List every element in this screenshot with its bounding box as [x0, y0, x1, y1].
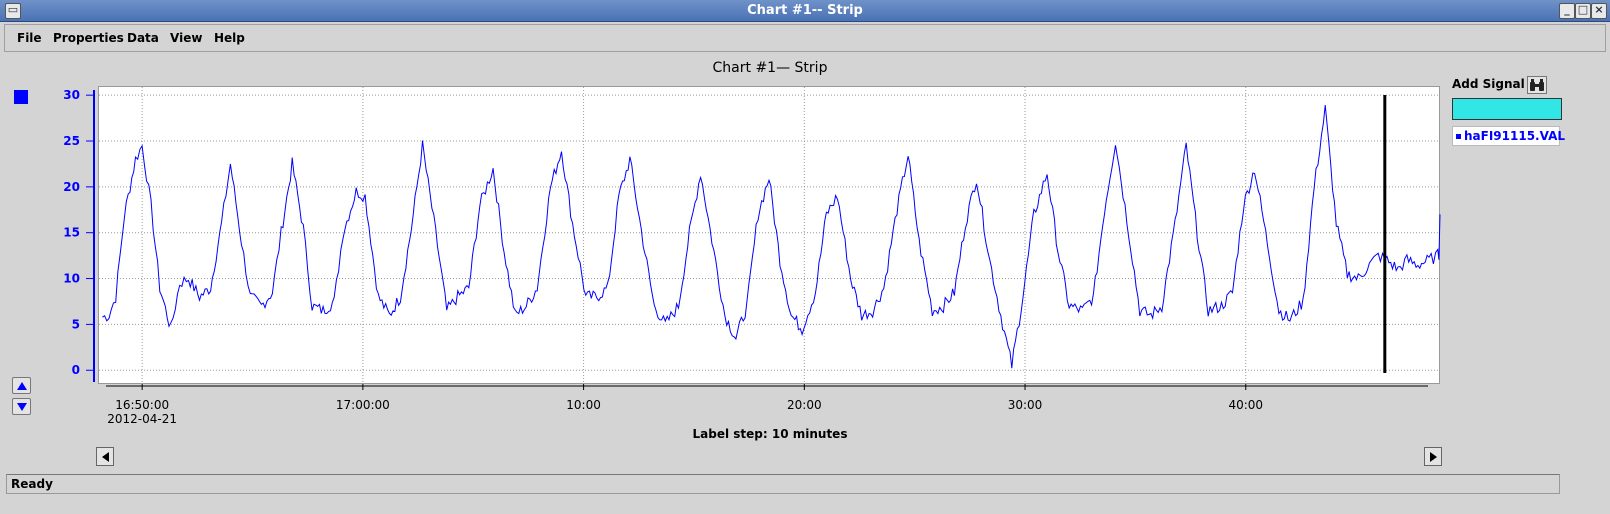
- legend-swatch: [1456, 134, 1461, 139]
- x-tick-label: 10:00: [566, 398, 601, 412]
- series-line: [102, 105, 1441, 369]
- status-text: Ready: [11, 477, 53, 491]
- y-tick-label: 0: [72, 363, 80, 377]
- scroll-right-button[interactable]: [1424, 447, 1442, 466]
- y-tick-label: 10: [63, 272, 80, 286]
- y-tick-label: 15: [63, 226, 80, 240]
- scroll-left-button[interactable]: [96, 447, 114, 466]
- add-signal-button[interactable]: [1527, 76, 1547, 94]
- binoculars-icon: [1530, 79, 1544, 91]
- triangle-right-icon: [1430, 452, 1437, 462]
- legend: haFI91115.VAL: [1452, 126, 1565, 146]
- y-tick-label: 5: [72, 317, 80, 331]
- x-tick-label: 16:50:00: [115, 398, 169, 412]
- status-bar: Ready: [6, 474, 1560, 494]
- add-signal-label: Add Signal: [1452, 77, 1525, 91]
- y-tick-label: 20: [63, 180, 80, 194]
- label-step-text: Label step: 10 minutes: [692, 427, 848, 441]
- y-tick-label: 30: [63, 88, 80, 102]
- y-tick-label: 25: [63, 134, 80, 148]
- x-tick-label: 40:00: [1228, 398, 1263, 412]
- y-scroll-up-button[interactable]: [12, 377, 31, 394]
- x-tick-date-label: 2012-04-21: [107, 412, 177, 426]
- x-tick-label: 30:00: [1008, 398, 1043, 412]
- triangle-down-icon: [17, 403, 27, 411]
- signal-name-input[interactable]: [1452, 98, 1562, 120]
- legend-entry[interactable]: haFI91115.VAL: [1464, 129, 1565, 143]
- triangle-up-icon: [17, 382, 27, 390]
- y-scroll-down-button[interactable]: [12, 398, 31, 415]
- x-tick-label: 20:00: [787, 398, 822, 412]
- triangle-left-icon: [102, 452, 109, 462]
- x-tick-label: 17:00:00: [336, 398, 390, 412]
